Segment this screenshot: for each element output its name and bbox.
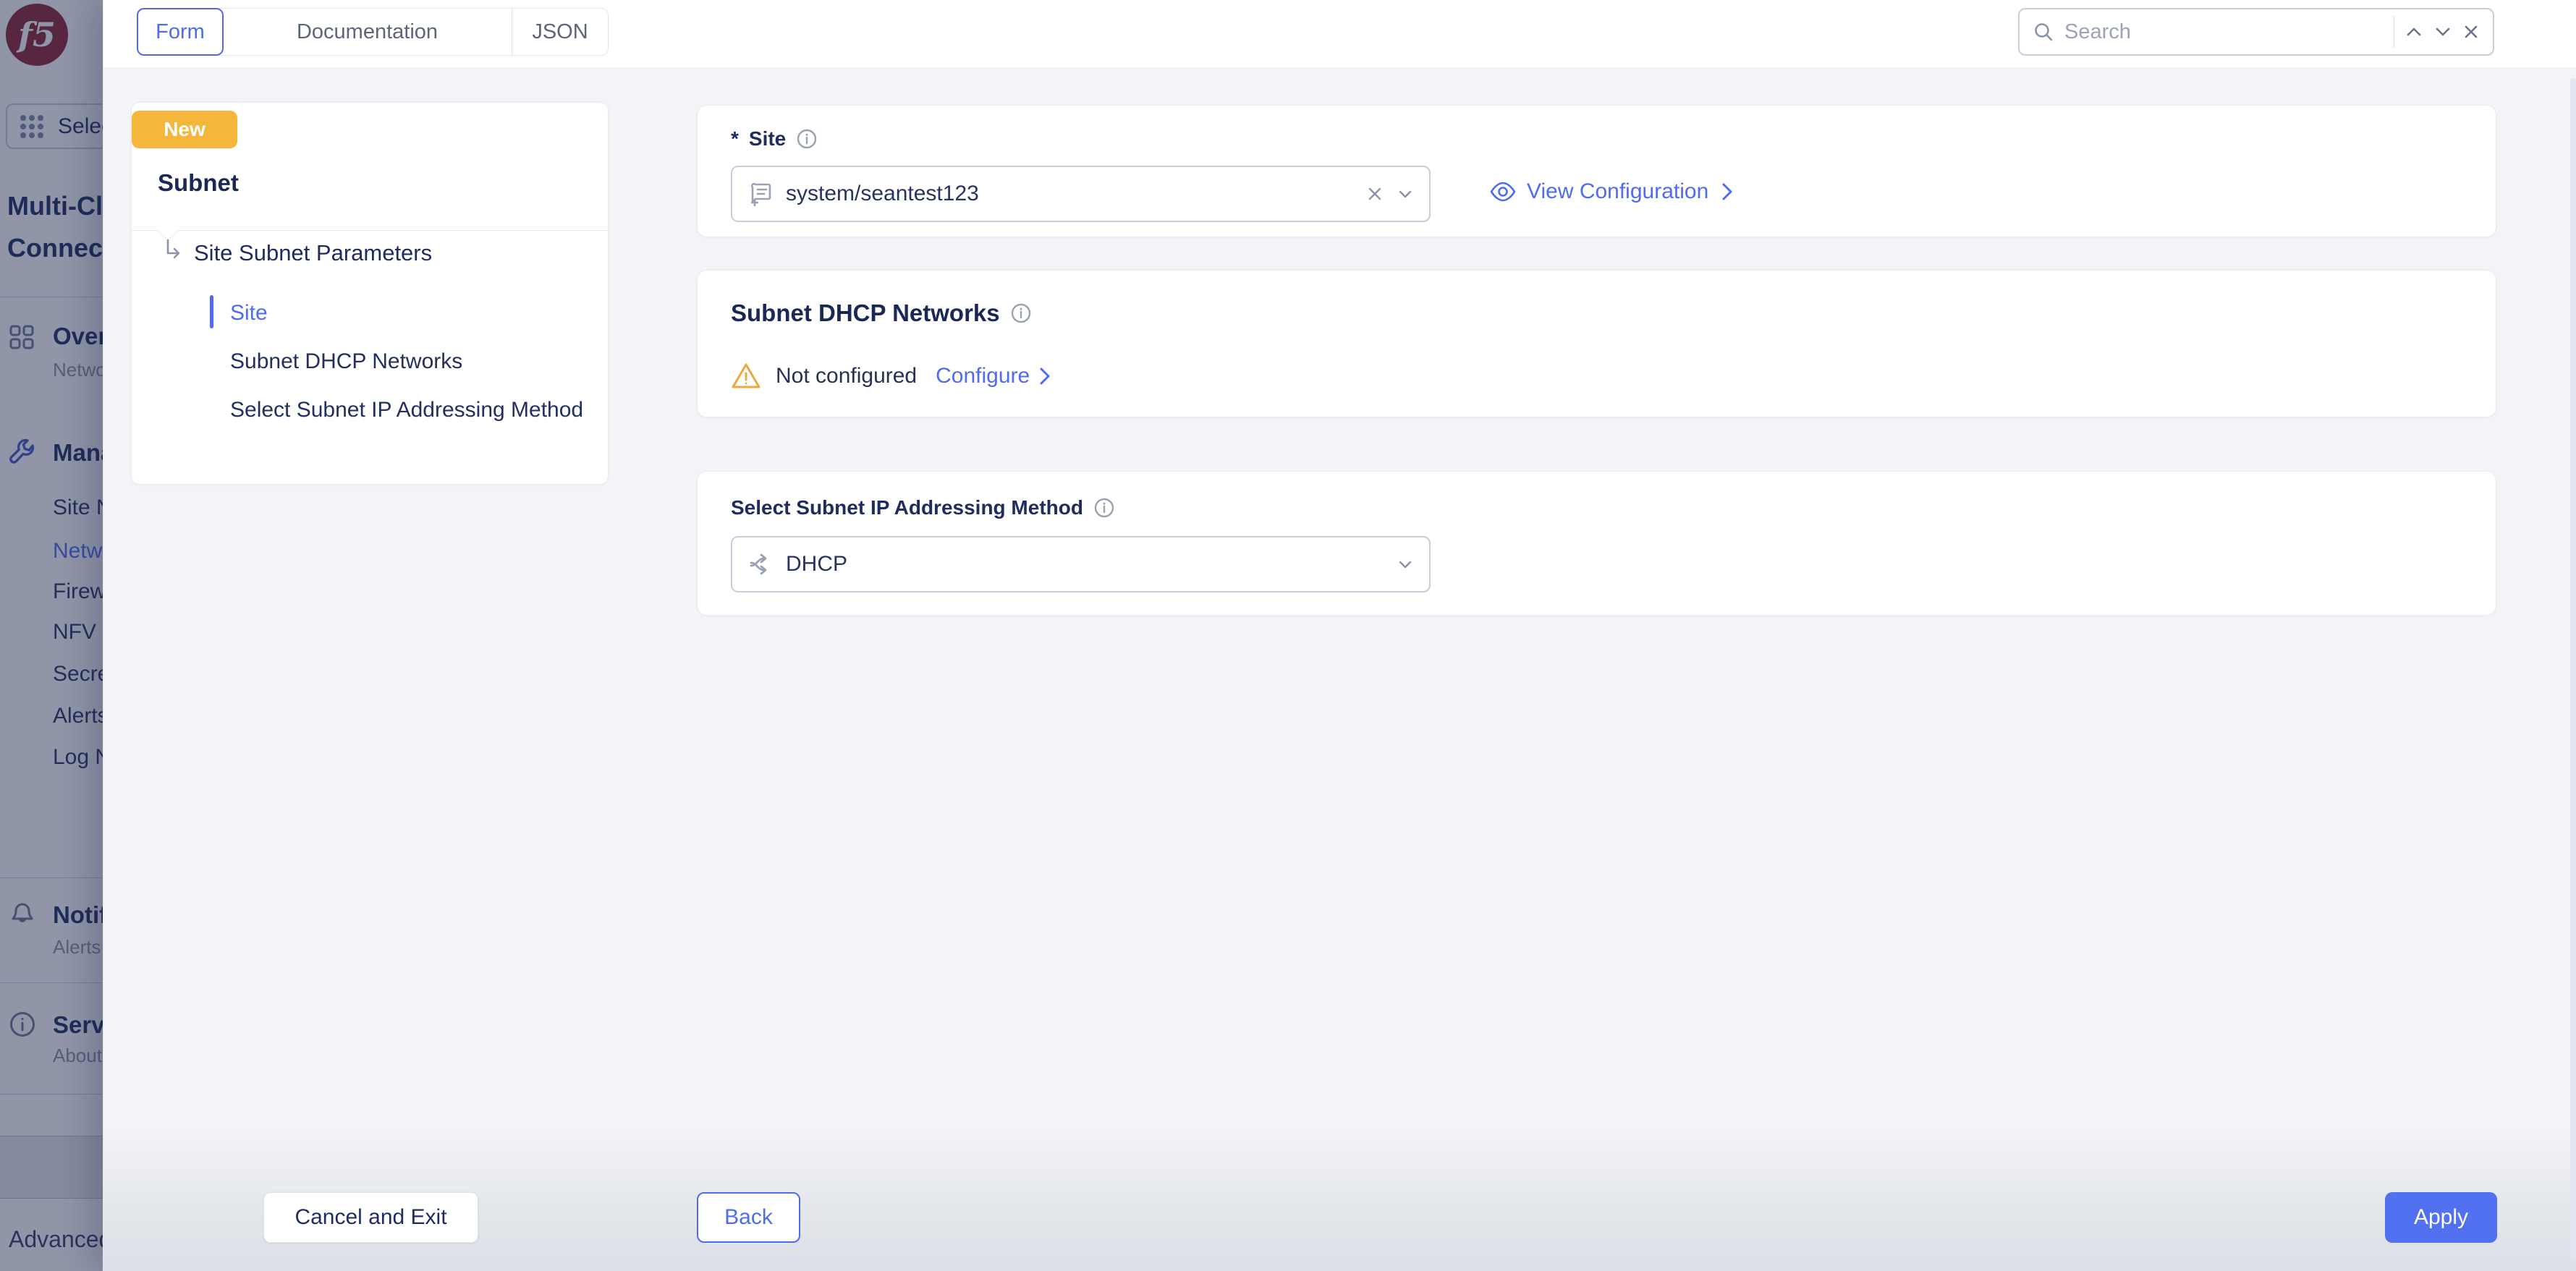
chevron-right-icon: [1037, 365, 1053, 387]
app-sidebar: f5 Select Multi-Cl Connect Overview Netw…: [0, 0, 103, 1271]
site-section-card: * Site system/seantest123 View Configura…: [697, 105, 2496, 237]
site-select-value: system/seantest123: [786, 182, 979, 205]
sidebar-collapsed-band: [0, 1136, 103, 1199]
clear-icon[interactable]: [1365, 184, 1384, 203]
search-next-icon[interactable]: [2433, 22, 2452, 41]
overview-icon: [9, 324, 35, 350]
site-field-label: Site: [748, 127, 787, 150]
view-configuration-label: View Configuration: [1527, 179, 1709, 203]
search-prev-icon[interactable]: [2405, 22, 2423, 41]
sidebar-item-site-networks[interactable]: Site Net: [53, 496, 103, 520]
sidebar-item-secrets[interactable]: Secrets: [53, 662, 103, 686]
object-reference-icon: [747, 180, 774, 208]
info-icon[interactable]: [1010, 302, 1032, 324]
chevron-right-icon: [1719, 181, 1736, 203]
cancel-and-exit-button[interactable]: Cancel and Exit: [263, 1192, 478, 1243]
divider-notch: [156, 218, 179, 242]
dhcp-card-title: Subnet DHCP Networks: [731, 299, 1000, 326]
search-box: [2018, 8, 2494, 56]
tab-form[interactable]: Form: [137, 8, 224, 56]
site-select[interactable]: system/seantest123: [731, 166, 1431, 222]
status-text: Not configured: [776, 364, 918, 388]
method-select-value: DHCP: [786, 552, 848, 576]
sidebar-item-notifications[interactable]: Notific: [53, 901, 103, 929]
sidebar-item-service[interactable]: Service: [53, 1011, 103, 1039]
tree-item-site[interactable]: Site: [230, 301, 268, 326]
editor-topbar: Form Documentation JSON: [103, 0, 2576, 69]
chevron-down-icon[interactable]: [1396, 555, 1415, 574]
sidebar-item-alerts[interactable]: Alerts M: [53, 704, 103, 728]
service-switcher-label: Select: [58, 114, 103, 138]
sidebar-divider: [0, 877, 103, 878]
method-field-label: Select Subnet IP Addressing Method: [731, 496, 1083, 519]
tab-json[interactable]: JSON: [512, 9, 608, 55]
tree-branch-icon: [164, 239, 185, 263]
service-switcher-button[interactable]: Select: [6, 103, 103, 149]
back-button[interactable]: Back: [697, 1192, 800, 1243]
manage-wrench-icon: [7, 438, 36, 467]
workspace-title: Multi-Cl Connect: [7, 191, 103, 263]
new-badge: New: [132, 111, 237, 148]
tree-item-subnet-dhcp-networks[interactable]: Subnet DHCP Networks: [230, 349, 462, 374]
sidebar-item-overview[interactable]: Overview: [53, 323, 103, 350]
method-select[interactable]: DHCP: [731, 536, 1431, 592]
tree-item-select-subnet-ip-addressing-method[interactable]: Select Subnet IP Addressing Method: [230, 393, 585, 427]
choice-fork-icon: [747, 551, 774, 578]
service-info-icon: [9, 1011, 36, 1038]
search-input[interactable]: [2064, 20, 2384, 44]
sidebar-advanced-toggle[interactable]: Advanced: [9, 1226, 103, 1253]
configure-link[interactable]: Configure: [936, 364, 1053, 388]
sidebar-item-service-sub: About: [53, 1045, 102, 1066]
eye-icon: [1489, 178, 1517, 205]
wizard-title: Subnet: [158, 169, 239, 196]
tab-documentation[interactable]: Documentation: [223, 9, 512, 55]
sidebar-item-overview-sub: Network: [53, 359, 103, 381]
divider: [132, 230, 608, 231]
wizard-nav-card: New Subnet Site Subnet Parameters Site S…: [131, 102, 609, 485]
warning-icon: [731, 362, 761, 391]
app-grid-icon: [17, 112, 46, 141]
apply-button[interactable]: Apply: [2385, 1192, 2497, 1243]
tree-item-site-subnet-parameters[interactable]: Site Subnet Parameters: [194, 240, 432, 266]
notifications-bell-icon: [9, 900, 36, 927]
chevron-down-icon[interactable]: [1396, 184, 1415, 203]
active-item-bar: [210, 295, 213, 328]
f5-logo: f5: [6, 4, 68, 66]
search-icon: [2033, 21, 2054, 43]
search-close-icon[interactable]: [2462, 23, 2480, 41]
sidebar-item-manage[interactable]: Manage: [53, 439, 103, 467]
addressing-method-card: Select Subnet IP Addressing Method DHCP: [697, 471, 2496, 616]
required-mark: *: [731, 127, 739, 150]
sidebar-divider: [0, 982, 103, 983]
view-configuration-link[interactable]: View Configuration: [1489, 178, 1736, 205]
sidebar-item-networking[interactable]: Networking: [53, 539, 103, 564]
sidebar-item-firewall[interactable]: Firewall: [53, 579, 103, 604]
sidebar-item-nfv[interactable]: NFV Ser: [53, 620, 103, 645]
object-editor-drawer: Form Documentation JSON Search New Subne…: [103, 0, 2576, 1271]
info-icon[interactable]: [1093, 497, 1115, 519]
view-tab-group: Form Documentation JSON: [137, 8, 609, 56]
dhcp-networks-card: Subnet DHCP Networks Not configured Conf…: [697, 270, 2496, 417]
info-icon[interactable]: [796, 128, 818, 150]
configure-label: Configure: [936, 364, 1030, 388]
scrollbar-thumb[interactable]: [2570, 78, 2576, 1260]
sidebar-item-log[interactable]: Log Net: [53, 745, 103, 770]
sidebar-item-notifications-sub: Alerts: [53, 936, 101, 958]
